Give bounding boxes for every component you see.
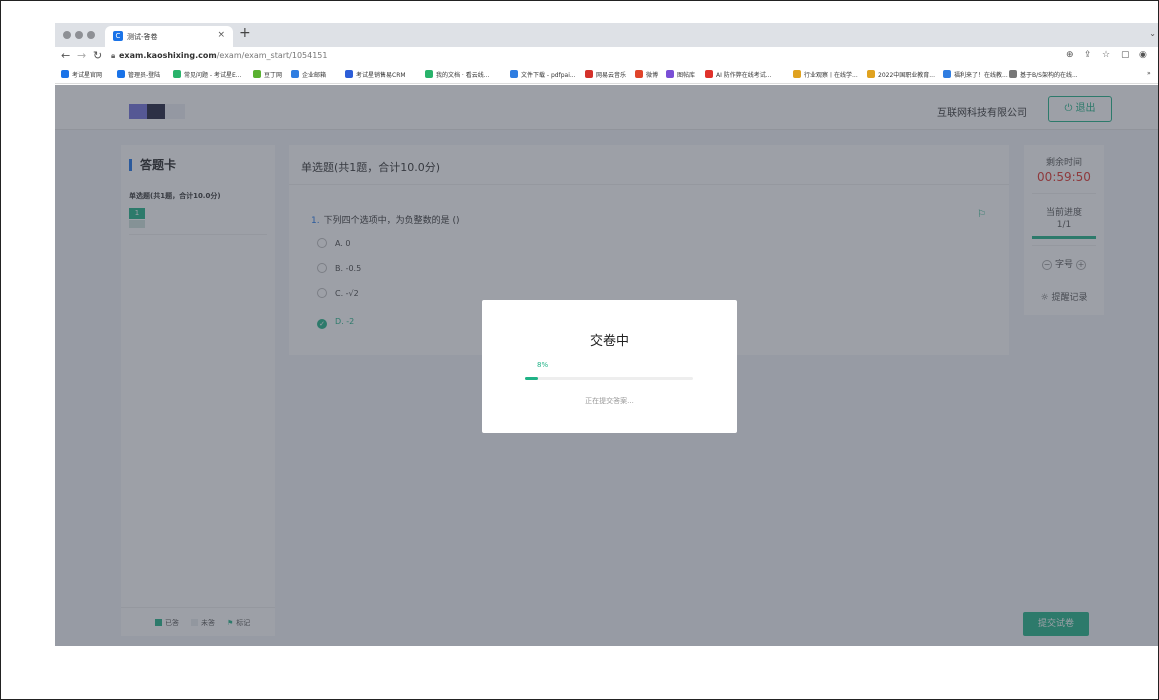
- bookmark-label: 我的文档 · 看云线...: [436, 72, 490, 79]
- bookmark-item[interactable]: 常见问题 - 考试星E...: [173, 70, 242, 79]
- upload-progress-bar: [525, 377, 693, 380]
- reload-icon[interactable]: ↻: [93, 49, 102, 62]
- bookmark-label: 行业观察丨在线学...: [804, 72, 858, 79]
- bookmark-favicon-icon: [425, 70, 433, 78]
- menu-kebab-icon[interactable]: ⋮: [1154, 50, 1158, 60]
- window-minimize-dot[interactable]: [75, 31, 83, 39]
- bookmark-star-icon[interactable]: ☆: [1102, 50, 1110, 60]
- bookmark-label: 微博: [646, 72, 659, 79]
- bookmark-item[interactable]: 我的文档 · 看云线...: [425, 70, 489, 79]
- screenshot-frame: C 测试-答卷 × + ⌄ ← → ↻ 🔒︎ exam.kaoshixing.c…: [0, 0, 1159, 700]
- dialog-title: 交卷中: [589, 334, 629, 349]
- bookmark-item[interactable]: 福利来了！在线教...: [943, 70, 1008, 79]
- bookmark-item[interactable]: 微博: [635, 70, 658, 79]
- bookmark-item[interactable]: 图帖库: [666, 70, 695, 79]
- bookmark-label: 豆丁网: [264, 72, 283, 79]
- url-path: /exam/exam_start/1054151: [216, 51, 328, 60]
- bookmark-favicon-icon: [510, 70, 518, 78]
- bookmark-label: 常见问题 - 考试星E...: [184, 72, 242, 79]
- bookmark-label: 文件下载 - pdfpai...: [521, 72, 576, 79]
- lock-icon[interactable]: 🔒︎: [111, 51, 115, 61]
- window-close-dot[interactable]: [63, 31, 71, 39]
- bookmark-favicon-icon: [291, 70, 299, 78]
- browser-tab-active[interactable]: C 测试-答卷 ×: [105, 26, 233, 47]
- bookmark-item[interactable]: 豆丁网: [253, 70, 282, 79]
- forward-arrow-icon[interactable]: →: [77, 49, 86, 62]
- bookmark-favicon-icon: [793, 70, 801, 78]
- bookmark-label: 网易云音乐: [596, 72, 627, 79]
- bookmark-item[interactable]: AI 防作弊在线考试...: [705, 70, 772, 79]
- bookmark-label: 福利来了！在线教...: [954, 72, 1008, 79]
- bookmark-favicon-icon: [867, 70, 875, 78]
- url-host: exam.kaoshixing.com: [119, 51, 217, 60]
- upload-progress-fill: [525, 377, 539, 380]
- bookmark-item[interactable]: 基于B/S架构的在线...: [1009, 70, 1078, 79]
- bookmark-favicon-icon: [666, 70, 674, 78]
- submitting-dialog: 交卷中 8% 正在提交答案...: [482, 300, 737, 433]
- browser-address-bar: ← → ↻ 🔒︎ exam.kaoshixing.com/exam/exam_s…: [55, 47, 1158, 66]
- bookmark-favicon-icon: [635, 70, 643, 78]
- bookmark-label: 2022中国职业教育...: [878, 72, 935, 79]
- extension-icon[interactable]: ◉: [1139, 50, 1147, 60]
- bookmarks-bar: 考试星官网 管理员-登陆 常见问题 - 考试星E... 豆丁网 企业邮箱 考试星销售易CR…: [55, 66, 1158, 84]
- bookmark-favicon-icon: [253, 70, 261, 78]
- bookmark-favicon-icon: [173, 70, 181, 78]
- zoom-icon[interactable]: ⊕: [1066, 50, 1074, 60]
- bookmark-item[interactable]: 2022中国职业教育...: [867, 70, 935, 79]
- bookmark-favicon-icon: [117, 70, 125, 78]
- bookmark-favicon-icon: [345, 70, 353, 78]
- bookmark-label: 管理员-登陆: [128, 72, 161, 79]
- bookmark-label: 考试星官网: [72, 72, 103, 79]
- bookmark-item[interactable]: 考试星官网: [61, 70, 102, 79]
- bookmark-label: 图帖库: [677, 72, 696, 79]
- dialog-status-text: 正在提交答案...: [585, 397, 634, 405]
- bookmarks-overflow-icon[interactable]: »: [1147, 70, 1151, 77]
- tab-title: 测试-答卷: [127, 33, 158, 41]
- window-zoom-dot[interactable]: [87, 31, 95, 39]
- bookmark-label: 企业邮箱: [302, 72, 327, 79]
- tab-search-chevron-icon[interactable]: ⌄: [1149, 29, 1156, 38]
- bookmark-label: AI 防作弊在线考试...: [716, 72, 772, 79]
- exam-page: 互联网科技有限公司 ⏻ 退出 答题卡 单选题(共1题，合计10.0分) 1 已答…: [55, 85, 1158, 646]
- bookmark-item[interactable]: 考试星销售易CRM: [345, 70, 406, 79]
- bookmark-favicon-icon: [585, 70, 593, 78]
- sidebar-icon[interactable]: ▢: [1121, 50, 1130, 60]
- bookmark-item[interactable]: 网易云音乐: [585, 70, 626, 79]
- upload-percent: 8%: [537, 361, 549, 369]
- bookmark-item[interactable]: 企业邮箱: [291, 70, 326, 79]
- new-tab-button[interactable]: +: [239, 25, 251, 41]
- bookmark-item[interactable]: 管理员-登陆: [117, 70, 160, 79]
- tab-favicon-icon: C: [113, 31, 123, 41]
- bookmark-favicon-icon: [705, 70, 713, 78]
- share-icon[interactable]: ⇪: [1084, 50, 1092, 60]
- tab-close-icon[interactable]: ×: [217, 30, 225, 40]
- back-arrow-icon[interactable]: ←: [61, 49, 70, 62]
- bookmark-favicon-icon: [1009, 70, 1017, 78]
- bookmark-label: 基于B/S架构的在线...: [1020, 72, 1078, 79]
- bookmark-favicon-icon: [943, 70, 951, 78]
- bookmark-favicon-icon: [61, 70, 69, 78]
- bookmark-item[interactable]: 行业观察丨在线学...: [793, 70, 858, 79]
- url-field[interactable]: exam.kaoshixing.com/exam/exam_start/1054…: [119, 51, 328, 60]
- bookmark-label: 考试星销售易CRM: [356, 72, 406, 79]
- browser-tab-strip: C 测试-答卷 × + ⌄: [55, 23, 1158, 47]
- bookmark-item[interactable]: 文件下载 - pdfpai...: [510, 70, 576, 79]
